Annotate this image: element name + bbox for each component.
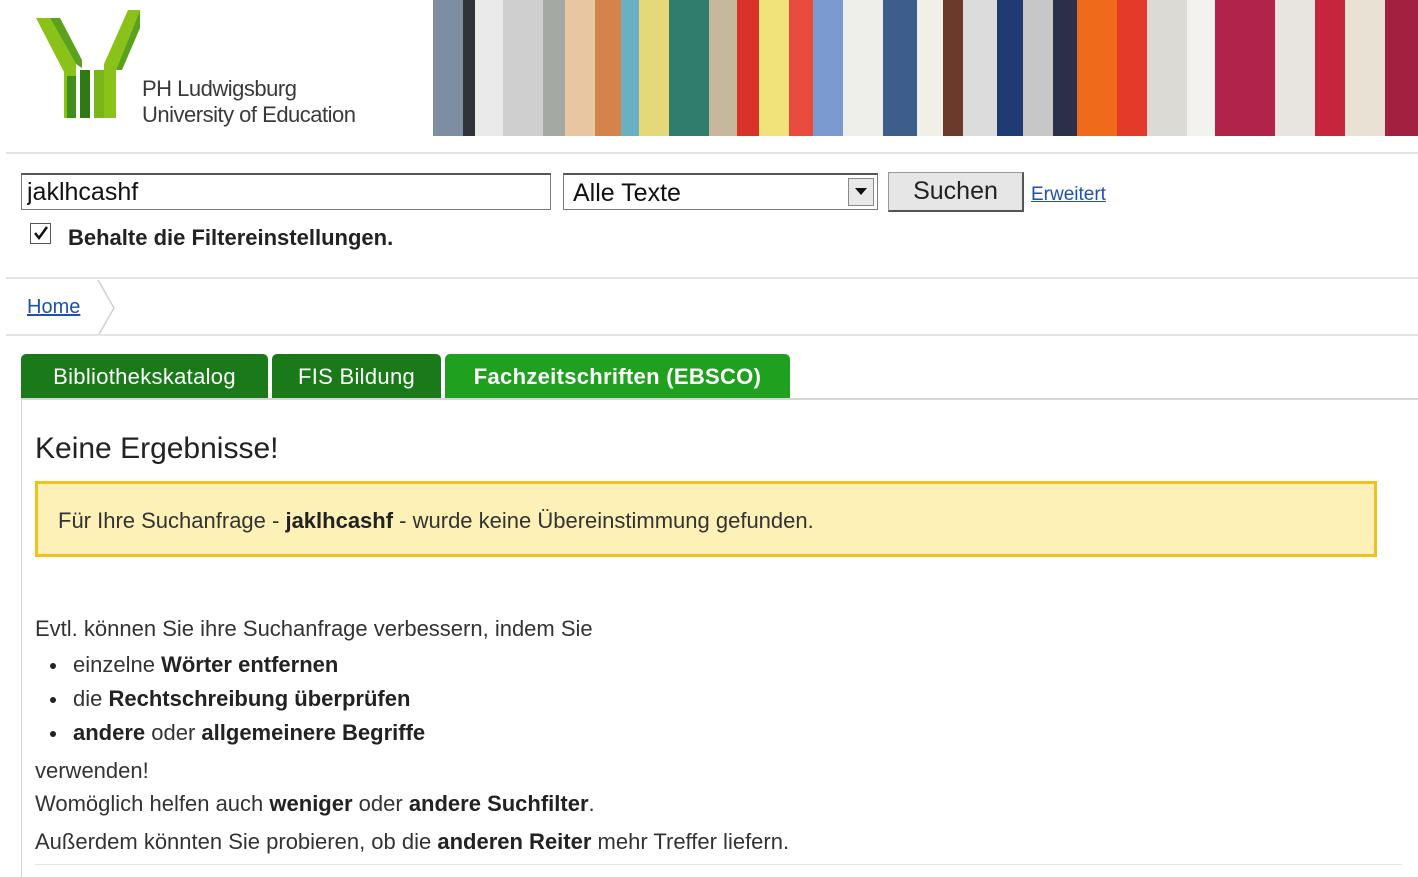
logo-title: PH Ludwigsburg — [142, 76, 297, 101]
breadcrumb-home-link[interactable]: Home — [27, 296, 80, 319]
advanced-search-link[interactable]: Erweitert — [1031, 184, 1106, 206]
search-button[interactable]: Suchen — [888, 172, 1024, 212]
search-scope-select[interactable]: Alle Texte — [563, 173, 878, 210]
divider — [6, 152, 1418, 154]
no-results-notice: Für Ihre Suchanfrage - jaklhcashf - wurd… — [35, 481, 1377, 557]
bookshelf-image — [433, 0, 1418, 136]
divider — [6, 334, 1418, 336]
dropdown-arrow-icon[interactable] — [848, 178, 874, 206]
filter-hint: Womöglich helfen auch weniger oder ander… — [35, 791, 595, 816]
notice-query: jaklhcashf — [285, 508, 394, 533]
checkmark-icon — [34, 226, 49, 241]
divider — [6, 277, 1418, 279]
list-item: einzelne Wörter entfernen — [35, 652, 425, 686]
page-header: PH Ludwigsburg University of Education — [0, 0, 1418, 136]
logo-mark-icon — [36, 10, 140, 118]
suggestion-intro: Evtl. können Sie ihre Suchanfrage verbes… — [35, 616, 593, 641]
no-results-heading: Keine Ergebnisse! — [35, 432, 279, 465]
suggestion-list: einzelne Wörter entfernen die Rechtschre… — [35, 652, 425, 754]
suggestion-outro: verwenden! — [35, 758, 149, 783]
search-input[interactable] — [21, 173, 551, 210]
logo-subtitle: University of Education — [142, 102, 356, 127]
university-logo[interactable]: PH Ludwigsburg University of Education — [30, 8, 390, 133]
tab-bibliothekskatalog[interactable]: Bibliothekskatalog — [21, 354, 268, 399]
breadcrumb-separator-icon — [97, 280, 115, 336]
content-border — [21, 400, 22, 877]
tabs-hint: Außerdem könnten Sie probieren, ob die a… — [35, 829, 790, 854]
tab-fis-bildung[interactable]: FIS Bildung — [272, 354, 441, 399]
header-banner-image — [433, 0, 1418, 136]
tabs-underline — [21, 398, 1418, 400]
keep-filters-checkbox[interactable] — [30, 223, 51, 244]
search-scope-value: Alle Texte — [573, 179, 681, 207]
divider — [35, 864, 1402, 865]
keep-filters-label[interactable]: Behalte die Filtereinstellungen. — [68, 225, 393, 251]
tab-fachzeitschriften-ebsco[interactable]: Fachzeitschriften (EBSCO) — [445, 354, 790, 399]
list-item: die Rechtschreibung überprüfen — [35, 686, 425, 720]
notice-text: Für Ihre Suchanfrage - jaklhcashf - wurd… — [58, 508, 814, 533]
list-item: andere oder allgemeinere Begriffe — [35, 720, 425, 754]
